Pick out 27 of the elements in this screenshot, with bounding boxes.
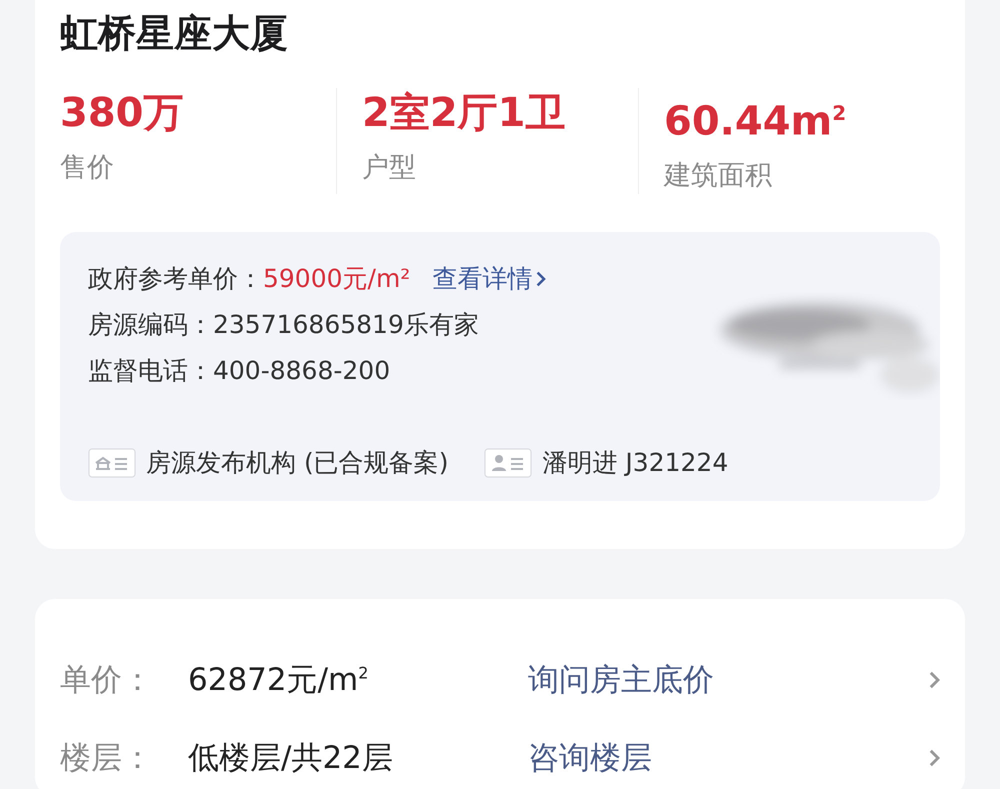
stat-value: 2室2厅1卫 bbox=[362, 89, 566, 138]
chevron-right-icon bbox=[536, 271, 546, 288]
detail-value: 62872元/m$^{2}$ bbox=[188, 661, 370, 700]
info-label: 监督电话： bbox=[88, 355, 213, 388]
info-value: 400-8868-200 bbox=[213, 355, 390, 388]
detail-action-link[interactable]: 询问房主底价 bbox=[528, 659, 940, 702]
detail-value: 低楼层/共22层 bbox=[188, 739, 394, 778]
info-label: 房源编码： bbox=[88, 309, 213, 342]
info-label: 政府参考单价： bbox=[88, 263, 263, 296]
chevron-right-icon bbox=[929, 671, 940, 690]
footer-text: 潘明进 J321224 bbox=[542, 447, 728, 480]
id-card-icon bbox=[484, 448, 532, 478]
footer-text: 房源发布机构 (已合规备案) bbox=[146, 447, 448, 480]
detail-label: 单价： bbox=[60, 661, 154, 700]
stat-label: 售价 bbox=[60, 151, 115, 185]
detail-label: 楼层： bbox=[60, 739, 154, 778]
details-link[interactable]: 查看详情 bbox=[432, 260, 546, 298]
building-card-icon bbox=[88, 448, 136, 478]
stat-label: 户型 bbox=[362, 151, 417, 185]
stat-label: 建筑面积 bbox=[664, 159, 773, 194]
info-value: 59000元/m² bbox=[263, 263, 410, 296]
listing-title: 虹桥星座大厦 bbox=[60, 10, 289, 57]
stat-value: 60.44m$^{2}$ bbox=[664, 97, 848, 146]
stat-value: 380万 bbox=[60, 89, 184, 138]
detail-action-link[interactable]: 咨询楼层 bbox=[528, 737, 940, 780]
info-value: 235716865819乐有家 bbox=[213, 309, 479, 342]
chevron-right-icon bbox=[929, 749, 940, 768]
